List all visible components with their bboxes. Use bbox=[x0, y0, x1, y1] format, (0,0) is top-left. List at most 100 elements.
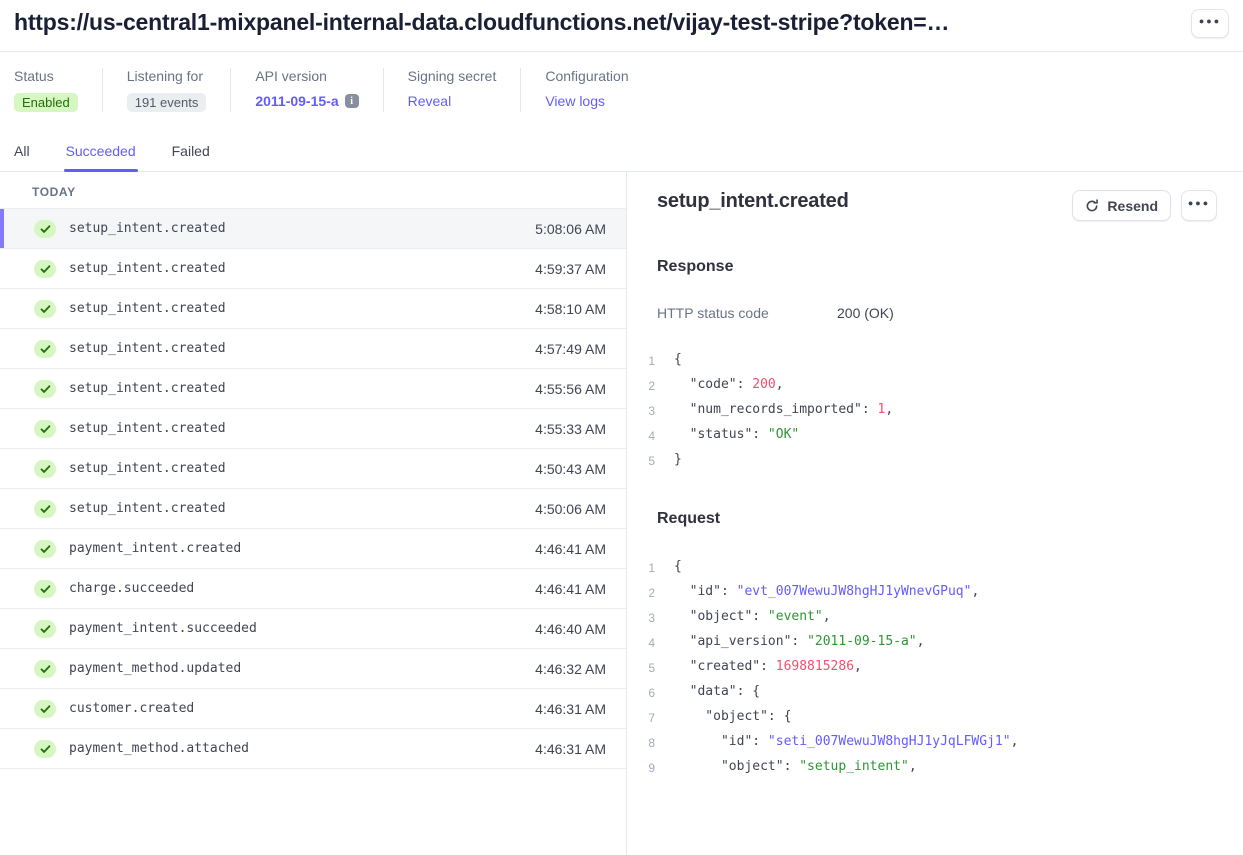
event-type: setup_intent.created bbox=[69, 381, 226, 396]
info-icon: i bbox=[345, 94, 359, 108]
list-item[interactable]: setup_intent.created5:08:06 AM bbox=[0, 209, 626, 249]
code-line: 7 "object": { bbox=[641, 705, 1217, 730]
list-item[interactable]: charge.succeeded 4:46:41 AM bbox=[0, 569, 626, 609]
event-type: setup_intent.created bbox=[69, 301, 226, 316]
list-item[interactable]: payment_intent.succeeded 4:46:40 AM bbox=[0, 609, 626, 649]
code-line: 1{ bbox=[641, 555, 1217, 580]
event-time: 5:08:06 AM bbox=[535, 221, 606, 237]
tab-failed[interactable]: Failed bbox=[172, 130, 210, 171]
line-number: 6 bbox=[641, 680, 655, 705]
success-check-icon bbox=[34, 620, 56, 638]
list-item[interactable]: customer.created 4:46:31 AM bbox=[0, 689, 626, 729]
detail-more-button[interactable]: ●●● bbox=[1181, 190, 1217, 221]
event-type: customer.created bbox=[69, 701, 194, 716]
list-item[interactable]: setup_intent.created4:50:43 AM bbox=[0, 449, 626, 489]
event-type: payment_method.attached bbox=[69, 741, 249, 756]
code-line: 8 "id": "seti_007WewuJW8hgHJ1yJqLFWGj1", bbox=[641, 730, 1217, 755]
code-token: "setup_intent" bbox=[799, 759, 909, 774]
code-token: , bbox=[823, 609, 831, 624]
code-line: 1{ bbox=[641, 348, 1217, 373]
list-item[interactable]: payment_method.updated4:46:32 AM bbox=[0, 649, 626, 689]
summary-signing-secret: Signing secret Reveal bbox=[383, 68, 521, 112]
reveal-secret-link[interactable]: Reveal bbox=[408, 93, 452, 109]
event-time: 4:46:41 AM bbox=[535, 541, 606, 557]
content-split: TODAY setup_intent.created5:08:06 AMsetu… bbox=[0, 172, 1243, 855]
code-line: 2 "id": "evt_007WewuJW8hgHJ1yWnevGPuq", bbox=[641, 580, 1217, 605]
event-time: 4:46:41 AM bbox=[535, 581, 606, 597]
list-item[interactable]: setup_intent.created4:57:49 AM bbox=[0, 329, 626, 369]
header-more-button[interactable]: ●●● bbox=[1191, 9, 1229, 38]
code-token: "event" bbox=[768, 609, 823, 624]
list-item[interactable]: setup_intent.created 4:50:06 AM bbox=[0, 489, 626, 529]
code-line: 9 "object": "setup_intent", bbox=[641, 755, 1217, 780]
view-logs-link[interactable]: View logs bbox=[545, 93, 605, 109]
line-number: 4 bbox=[641, 423, 655, 448]
line-number: 5 bbox=[641, 655, 655, 680]
code-line: 2 "code": 200, bbox=[641, 373, 1217, 398]
resend-button-label: Resend bbox=[1107, 198, 1158, 214]
code-token: , bbox=[776, 377, 784, 392]
success-check-icon bbox=[34, 580, 56, 598]
resend-button[interactable]: Resend bbox=[1072, 190, 1171, 221]
event-type: setup_intent.created bbox=[69, 501, 226, 516]
event-time: 4:55:33 AM bbox=[535, 421, 606, 437]
code-token: "id": bbox=[674, 734, 768, 749]
tab-succeeded[interactable]: Succeeded bbox=[66, 130, 136, 171]
event-time: 4:50:06 AM bbox=[535, 501, 606, 517]
code-line: 5 "created": 1698815286, bbox=[641, 655, 1217, 680]
list-item[interactable]: setup_intent.created4:59:37 AM bbox=[0, 249, 626, 289]
code-id-link[interactable]: "evt_007WewuJW8hgHJ1yWnevGPuq" bbox=[737, 584, 972, 599]
event-time: 4:46:31 AM bbox=[535, 701, 606, 717]
list-item[interactable]: payment_intent.created4:46:41 AM bbox=[0, 529, 626, 569]
http-status-label: HTTP status code bbox=[657, 305, 837, 321]
code-id-link[interactable]: "seti_007WewuJW8hgHJ1yJqLFWGj1" bbox=[768, 734, 1011, 749]
code-token: 1698815286 bbox=[776, 659, 854, 674]
summary-configuration: Configuration View logs bbox=[520, 68, 652, 112]
list-item[interactable]: setup_intent.created 4:55:56 AM bbox=[0, 369, 626, 409]
list-item[interactable]: setup_intent.created4:58:10 AM bbox=[0, 289, 626, 329]
code-token: "data": { bbox=[674, 684, 760, 699]
success-check-icon bbox=[34, 300, 56, 318]
code-token: , bbox=[917, 634, 925, 649]
success-check-icon bbox=[34, 660, 56, 678]
success-check-icon bbox=[34, 260, 56, 278]
success-check-icon bbox=[34, 740, 56, 758]
webhook-url-title: https://us-central1-mixpanel-internal-da… bbox=[14, 9, 949, 36]
api-version-link[interactable]: 2011-09-15-a bbox=[255, 93, 338, 109]
event-time: 4:59:37 AM bbox=[535, 261, 606, 277]
event-type: charge.succeeded bbox=[69, 581, 194, 596]
tab-all[interactable]: All bbox=[14, 130, 30, 171]
code-token: "num_records_imported": bbox=[674, 402, 878, 417]
code-token: , bbox=[909, 759, 917, 774]
line-number: 1 bbox=[641, 555, 655, 580]
event-type: payment_intent.succeeded bbox=[69, 621, 257, 636]
event-detail-title: setup_intent.created bbox=[657, 190, 849, 213]
http-status-row: HTTP status code 200 (OK) bbox=[657, 305, 1217, 321]
success-check-icon bbox=[34, 420, 56, 438]
success-check-icon bbox=[34, 380, 56, 398]
webhook-summary: Status Enabled Listening for 191 events … bbox=[0, 52, 1243, 130]
list-item[interactable]: setup_intent.created4:55:33 AM bbox=[0, 409, 626, 449]
response-heading: Response bbox=[657, 258, 1217, 276]
code-line: 6 "data": { bbox=[641, 680, 1217, 705]
configuration-label: Configuration bbox=[545, 68, 628, 84]
event-time: 4:55:56 AM bbox=[535, 381, 606, 397]
http-status-value: 200 (OK) bbox=[837, 305, 894, 321]
code-token: "api_version": bbox=[674, 634, 807, 649]
code-line: 5} bbox=[641, 448, 1217, 473]
status-label: Status bbox=[14, 68, 78, 84]
line-number: 2 bbox=[641, 373, 655, 398]
event-detail-panel: setup_intent.created Resend ●●● Response… bbox=[627, 172, 1243, 855]
events-count-badge: 191 events bbox=[127, 93, 207, 112]
code-line: 3 "object": "event", bbox=[641, 605, 1217, 630]
code-token: "id": bbox=[674, 584, 737, 599]
code-token: { bbox=[674, 352, 682, 367]
event-list: setup_intent.created5:08:06 AMsetup_inte… bbox=[0, 209, 626, 769]
event-time: 4:46:40 AM bbox=[535, 621, 606, 637]
ellipsis-icon: ●●● bbox=[1188, 199, 1210, 212]
list-item[interactable]: payment_method.attached4:46:31 AM bbox=[0, 729, 626, 769]
code-token: , bbox=[971, 584, 979, 599]
success-check-icon bbox=[34, 700, 56, 718]
request-code-block: 1{2 "id": "evt_007WewuJW8hgHJ1yWnevGPuq"… bbox=[641, 555, 1217, 780]
event-type: payment_method.updated bbox=[69, 661, 241, 676]
